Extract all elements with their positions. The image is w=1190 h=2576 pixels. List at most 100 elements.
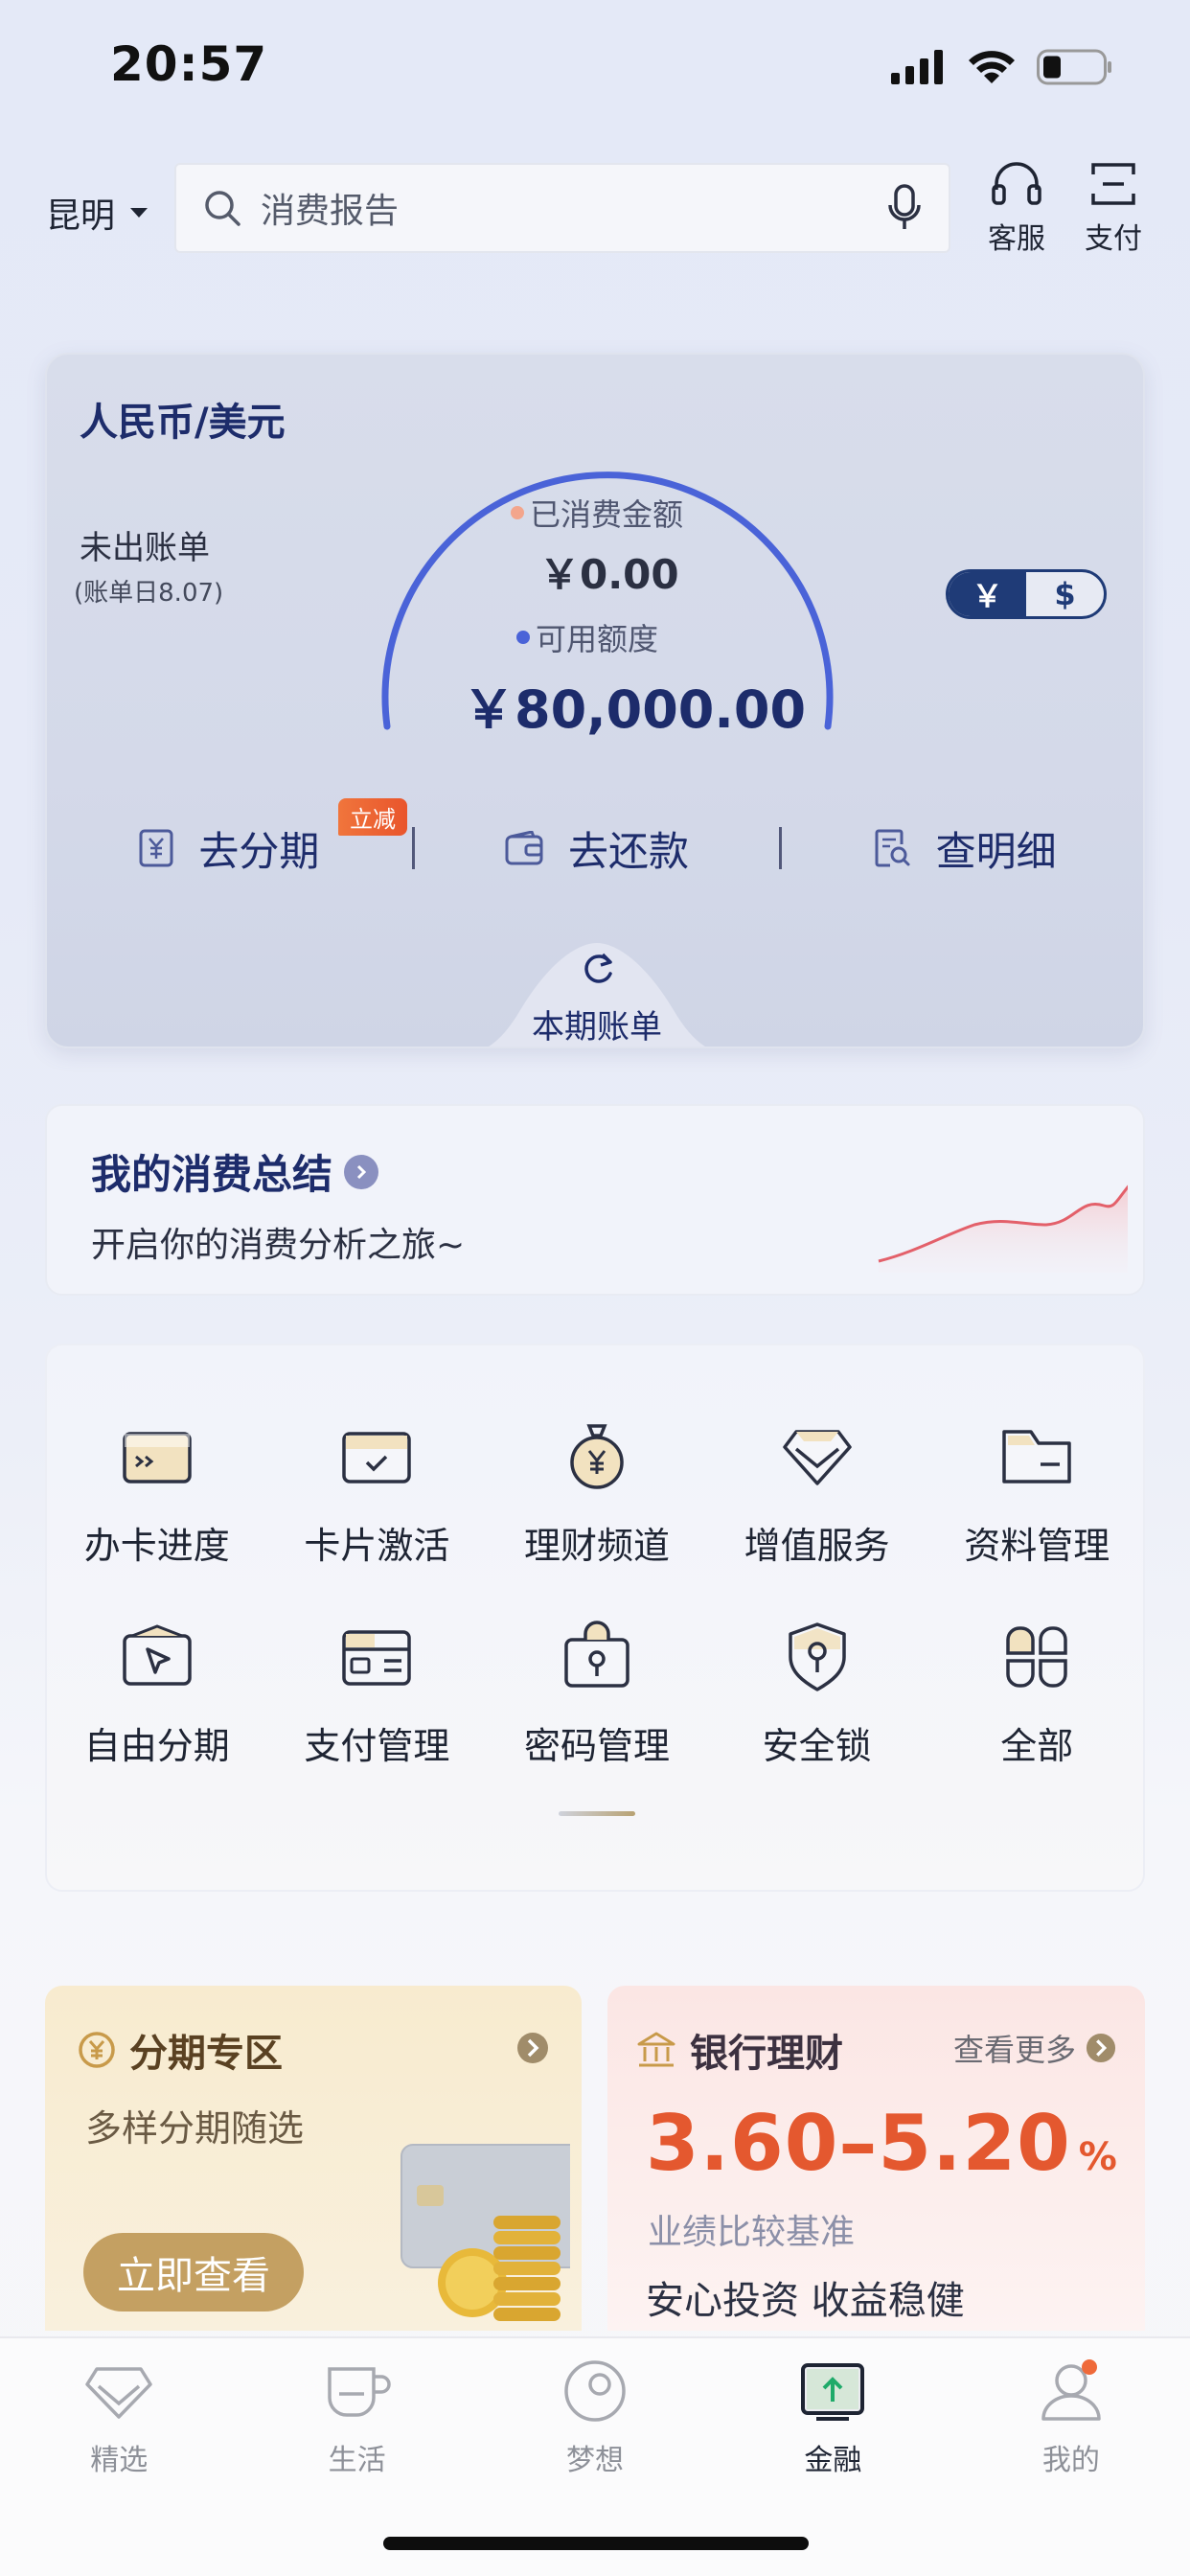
menu-item-password-manage[interactable]: 密码管理 [487,1619,707,1769]
view-now-button[interactable]: 立即查看 [83,2233,304,2312]
caret-down-icon [130,208,149,218]
installment-promo-title-text: 分期专区 [129,2032,283,2076]
benchmark-label: 业绩比较基准 [648,2213,856,2252]
tab-dream[interactable]: 梦想 [476,2356,714,2478]
diamond-tab-icon [85,2367,152,2419]
folder-icon [1002,1430,1071,1484]
battery-icon [1037,49,1111,85]
available-value: ￥80,000.00 [463,679,807,740]
menu-item-card-progress[interactable]: 办卡进度 [47,1418,267,1569]
menu-grid: 办卡进度 卡片激活 理财频道 增值服务 资料管理 自由分期 支付管理 密码管理 … [47,1418,1147,1769]
menu-item-security-lock[interactable]: 安全锁 [707,1619,927,1769]
bank-icon [637,2032,675,2067]
credit-card-panel: 人民币/美元 未出账单 (账单日8.07) 已消费金额 ￥0.00 可用额度 ￥… [45,353,1145,1048]
menu-label: 办卡进度 [83,1525,230,1567]
installment-label: 去分期 [198,827,320,875]
chevron-right-icon [1086,2033,1116,2063]
view-more-link[interactable]: 查看更多 [953,2026,1116,2070]
tab-life[interactable]: 生活 [238,2356,475,2478]
grid-all-icon [1006,1626,1067,1688]
card-activate-icon [342,1432,412,1484]
cup-icon [327,2367,391,2417]
available-label-text: 可用额度 [536,621,659,657]
function-menu: 办卡进度 卡片激活 理财频道 增值服务 资料管理 自由分期 支付管理 密码管理 … [45,1344,1145,1892]
headset-icon [992,162,1041,205]
spent-value: ￥0.00 [539,551,679,598]
discount-badge: 立减 [338,797,407,836]
search-icon [205,191,240,226]
search-bar[interactable]: 消费报告 [174,163,950,253]
wifi-icon [969,51,1015,83]
signal-icon [891,50,943,84]
wealth-slogan: 安心投资 收益稳健 [646,2279,965,2323]
customer-service-label: 客服 [988,222,1045,256]
status-time: 20:57 [110,36,268,92]
currency-usd-option[interactable]: $ [1026,572,1104,616]
installment-promo-title: 分期专区 [78,2022,283,2078]
tab-list: 精选 生活 梦想 金融 我的 [0,2356,1190,2478]
current-bill-tab[interactable]: 本期账单 [47,1000,1143,1046]
city-name: 昆明 [46,196,116,236]
menu-item-all[interactable]: 全部 [927,1619,1147,1769]
tab-label: 金融 [804,2444,862,2477]
tab-label: 梦想 [566,2444,625,2477]
menu-item-wealth[interactable]: 理财频道 [487,1418,707,1569]
pay-label: 支付 [1085,222,1142,256]
wallet-icon [505,831,543,865]
repay-button[interactable]: 去还款 [415,819,780,878]
available-dot [516,631,530,644]
menu-label: 全部 [1000,1725,1074,1767]
details-button[interactable]: 查明细 [782,819,1143,878]
menu-item-card-activate[interactable]: 卡片激活 [267,1418,488,1569]
tab-label: 精选 [90,2444,149,2477]
wealth-promo-title: 银行理财 [636,2022,843,2078]
currency-toggle[interactable]: ￥ $ [946,569,1107,619]
card-currency-title: 人民币/美元 [80,401,286,445]
yield-rate-value: 3.60–5.20 [646,2099,1071,2188]
dream-icon [564,2360,626,2422]
tab-mine[interactable]: 我的 [952,2356,1190,2478]
consumption-summary-card[interactable]: 我的消费总结 开启你的消费分析之旅~ [45,1104,1145,1296]
card-actions: 去分期 立减 去还款 查明细 [47,797,1143,891]
search-doc-icon [875,829,910,867]
card-progress-icon [123,1432,192,1484]
wealth-promo-title-text: 银行理财 [690,2032,843,2076]
diamond-icon [782,1430,852,1485]
installment-promo-card[interactable]: 分期专区 多样分期随选 立即查看 [45,1986,582,2331]
refresh-icon[interactable] [580,951,616,987]
available-label: 可用额度 [516,615,658,659]
repay-label: 去还款 [568,827,690,875]
yield-rate: 3.60–5.20% [646,2099,1118,2188]
currency-cny-option[interactable]: ￥ [949,572,1026,616]
customer-service-button[interactable]: 客服 [978,161,1055,257]
menu-item-payment-manage[interactable]: 支付管理 [267,1619,488,1769]
spent-dot [511,506,524,519]
city-selector[interactable]: 昆明 [46,188,149,238]
tab-label: 我的 [1041,2444,1100,2477]
details-label: 查明细 [935,827,1057,875]
installment-button[interactable]: 去分期 立减 [47,797,412,878]
tab-label: 生活 [328,2444,386,2477]
menu-item-data-manage[interactable]: 资料管理 [927,1418,1147,1569]
menu-label: 安全锁 [762,1725,872,1767]
search-placeholder: 消费报告 [261,192,400,231]
bill-date: (账单日8.07) [74,579,224,608]
menu-item-free-installment[interactable]: 自由分期 [47,1619,267,1769]
status-icons [891,46,1113,88]
tab-finance[interactable]: 金融 [714,2356,951,2478]
tab-featured[interactable]: 精选 [0,2356,238,2478]
summary-title: 我的消费总结 [91,1142,379,1201]
microphone-icon[interactable] [887,184,922,232]
yield-rate-unit: % [1078,2135,1118,2179]
installment-promo-subtitle: 多样分期随选 [85,2107,305,2150]
chevron-right-icon[interactable] [516,2032,549,2064]
wealth-promo-card[interactable]: 银行理财 查看更多 3.60–5.20% 业绩比较基准 安心投资 收益稳健 [607,1986,1145,2331]
notification-dot [1081,2359,1097,2375]
view-more-label: 查看更多 [952,2032,1076,2068]
menu-label: 密码管理 [523,1725,670,1767]
menu-item-value-added[interactable]: 增值服务 [707,1418,927,1569]
pay-button[interactable]: 支付 [1075,161,1152,257]
money-bag-icon [570,1424,624,1489]
menu-label: 支付管理 [304,1725,450,1767]
bill-status: 未出账单 [80,529,210,567]
